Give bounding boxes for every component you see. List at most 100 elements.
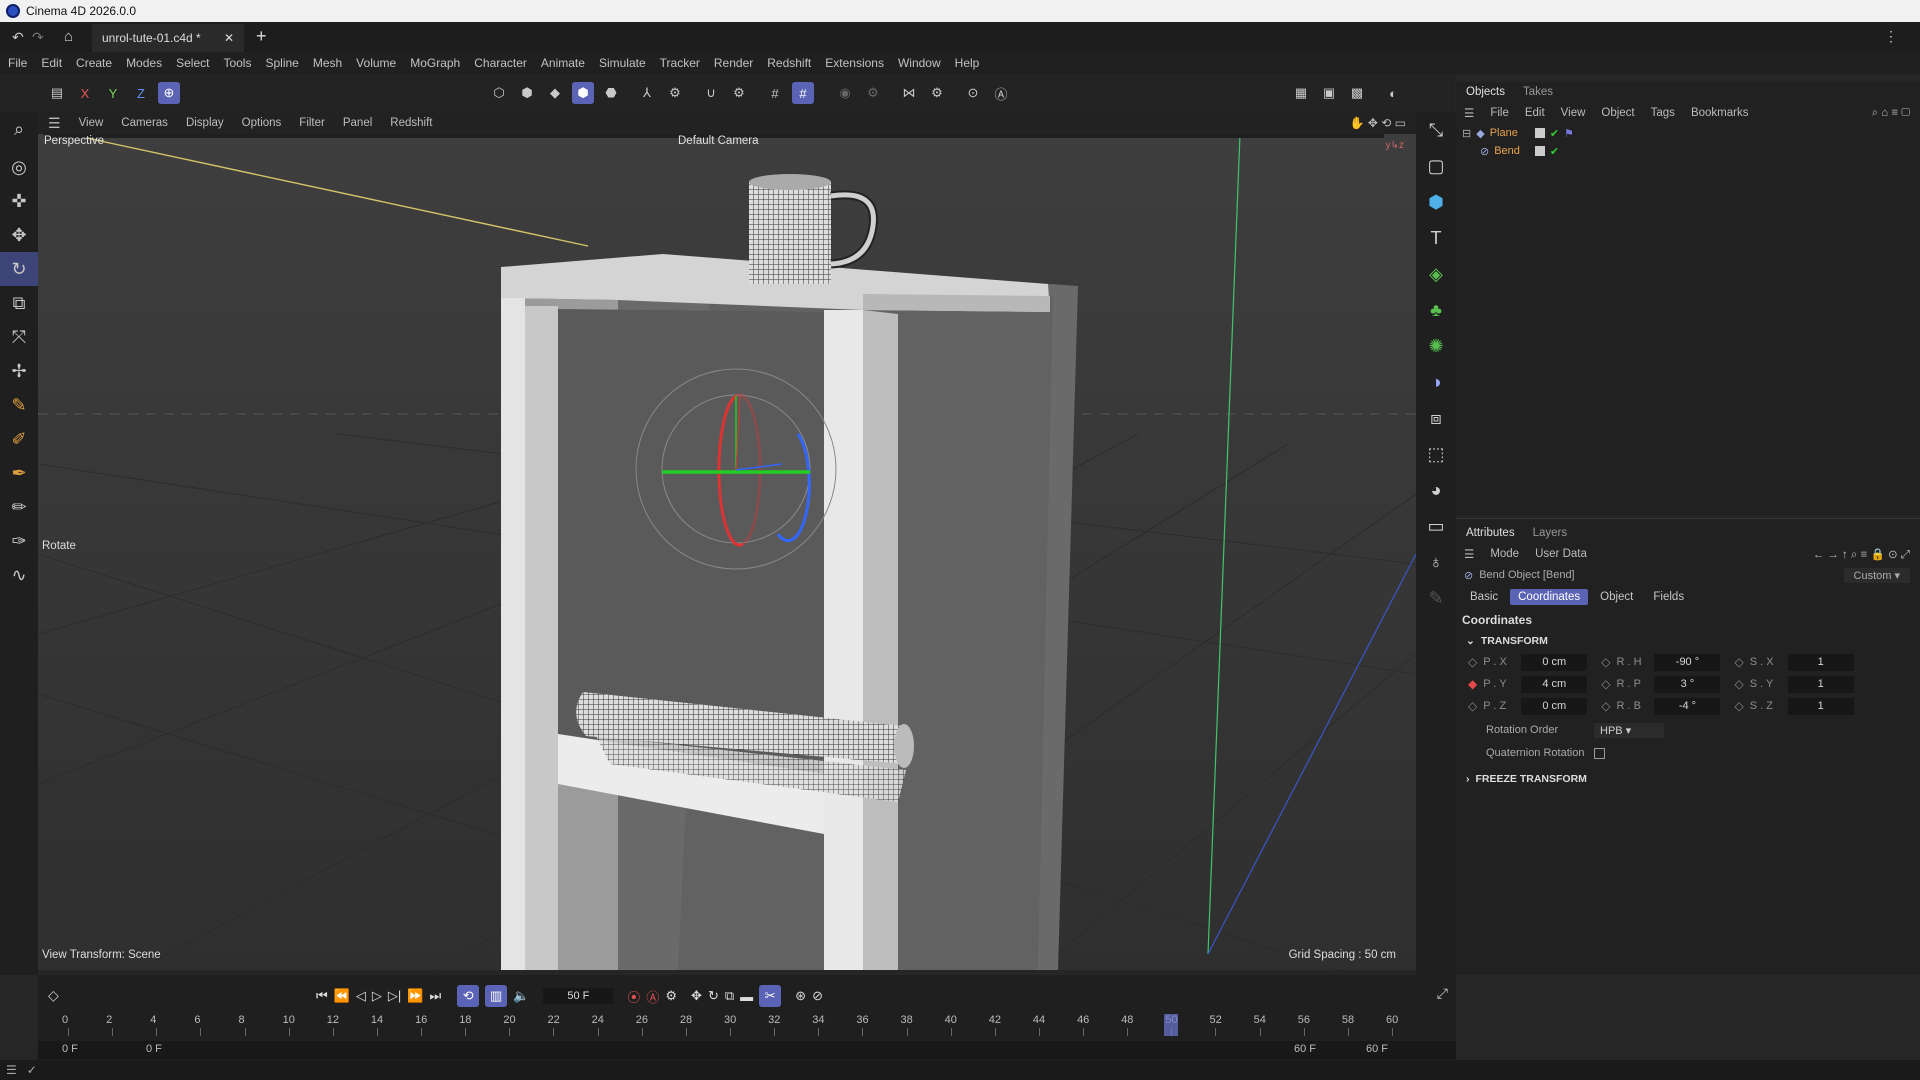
volume-icon[interactable]: ⬚ [1416,436,1456,472]
search-icon[interactable]: ⌕ [0,112,38,146]
multi-tool-icon[interactable]: ✢ [0,354,38,388]
key-param-icon[interactable]: ▬ [740,989,753,1004]
spline-sketch-icon[interactable]: ✐ [0,422,38,456]
scale-y-field[interactable]: 1 [1787,675,1854,693]
rot-p-field[interactable]: 3 ° [1654,675,1721,693]
spline-smooth-icon[interactable]: ✒ [0,456,38,490]
camera-move-icon[interactable]: ⤡ [1416,112,1456,148]
scale-tool-icon[interactable]: ⧉ [0,286,38,320]
keyframe-icon[interactable]: ◇ [1601,699,1610,713]
keyframe-icon[interactable]: ◇ [1734,677,1743,691]
paint-icon[interactable]: ✑ [0,524,38,558]
quaternion-checkbox[interactable] [1594,747,1605,759]
menu-animate[interactable]: Animate [541,56,585,70]
menu-file[interactable]: File [8,56,27,70]
obj-menu-tags[interactable]: Tags [1651,107,1675,119]
vp-menu-view[interactable]: View [79,117,104,129]
null-object-icon[interactable]: ▢ [1416,148,1456,184]
fcurve-icon[interactable]: ⤢ [1437,985,1448,1002]
play-icon[interactable]: ▷ [372,988,382,1004]
render-view-icon[interactable]: ▦ [1290,82,1312,104]
deformer-icon[interactable]: ◑ [1416,364,1456,400]
goto-end-icon[interactable]: ⏭ [429,988,441,1004]
points-mode-icon[interactable]: ⬡ [488,82,510,104]
more-options-icon[interactable]: ⋮ [1884,28,1898,45]
subtab-object[interactable]: Object [1592,589,1641,605]
key-pos-icon[interactable]: ✥ [691,988,702,1004]
next-frame-icon[interactable]: ▷| [388,988,401,1004]
selection-tools-icon[interactable]: ✜ [0,184,38,218]
auto-key-icon[interactable]: Ⓐ [990,82,1012,104]
menu-mograph[interactable]: MoGraph [410,56,460,70]
menu-create[interactable]: Create [76,56,112,70]
object-row-bend[interactable]: ⊘ Bend ✔ [1456,142,1920,160]
spline-pen-icon[interactable]: ✎ [0,388,38,422]
axis-z-button[interactable]: Z [130,82,152,104]
timeline-settings-icon[interactable]: ⊘ [812,988,823,1004]
render-picture-icon[interactable]: ▣ [1318,82,1340,104]
keyframe-active-icon[interactable]: ◆ [1468,677,1477,691]
key-settings-icon[interactable]: ⚙ [665,988,677,1004]
vp-menu-display[interactable]: Display [186,117,224,129]
rotation-order-dropdown[interactable]: HPB ▾ [1594,722,1664,738]
snap-settings-icon[interactable]: ⚙ [728,82,750,104]
live-select-icon[interactable]: ◎ [0,150,38,184]
uv-mode-icon[interactable]: ⬣ [600,82,622,104]
attribute-nav-icons[interactable]: ← → ↑ ⌕ ≡ 🔒 ⊙ ⤢ [1813,547,1910,562]
field-icon[interactable]: ⧈ [1416,400,1456,436]
object-row-plane[interactable]: ⊟ ◆ Plane ✔ ⚑ [1456,124,1920,142]
subtab-fields[interactable]: Fields [1645,589,1692,605]
range-bar[interactable]: 0 F 0 F 60 F 60 F [38,1041,1456,1059]
camera-icon[interactable]: ▭ [1416,508,1456,544]
grid-icon[interactable]: # [764,82,786,104]
vp-menu-cameras[interactable]: Cameras [121,117,168,129]
menu-tracker[interactable]: Tracker [660,56,700,70]
prev-frame-icon[interactable]: ◁ [356,988,366,1004]
menu-extensions[interactable]: Extensions [825,56,884,70]
menu-character[interactable]: Character [474,56,527,70]
cube-icon[interactable]: ⬢ [1416,184,1456,220]
keyframe-icon[interactable]: ◇ [1734,699,1743,713]
viewport-menu-icon[interactable]: ☰ [48,115,61,132]
visibility-toggle[interactable] [1534,128,1545,138]
edges-mode-icon[interactable]: ⬢ [516,82,538,104]
menu-mesh[interactable]: Mesh [313,56,342,70]
menu-tools[interactable]: Tools [223,56,251,70]
object-name[interactable]: Plane [1490,127,1518,139]
undo-icon[interactable]: ↶ [12,29,24,46]
environment-icon[interactable]: ◕ [1416,472,1456,508]
end-frame[interactable]: 60 F [1366,1043,1388,1055]
enabled-check-icon[interactable]: ✔ [1550,145,1559,158]
pos-y-field[interactable]: 4 cm [1521,675,1588,693]
start-frame[interactable]: 0 F [62,1043,78,1055]
key-pla-icon[interactable]: ✂ [759,985,782,1007]
snap-icon[interactable]: ∪ [700,82,722,104]
next-key-icon[interactable]: ⏩ [407,988,423,1004]
axis-y-button[interactable]: Y [102,82,124,104]
viewport-nav-icons[interactable]: ✋ ✥ ⟲ ▭ [1350,116,1406,130]
status-menu-icon[interactable]: ☰ [6,1063,17,1077]
model-mode-icon[interactable]: ⬢ [572,82,594,104]
3d-viewport[interactable]: Perspective Default Camera Rotate View T… [38,134,1416,970]
effector-icon[interactable]: ✺ [1416,328,1456,364]
keyframe-icon[interactable]: ◇ [1734,655,1743,669]
rot-b-field[interactable]: -4 ° [1654,697,1721,715]
cloner-icon[interactable]: ♣ [1416,292,1456,328]
keyframe-icon[interactable]: ◇ [1468,655,1477,669]
generator-icon[interactable]: ◈ [1416,256,1456,292]
enabled-check-icon[interactable]: ✔ [1550,127,1559,140]
hair-icon[interactable]: ∿ [0,558,38,592]
range-start-frame[interactable]: 0 F [146,1043,162,1055]
menu-help[interactable]: Help [955,56,980,70]
object-name[interactable]: Bend [1494,145,1520,157]
transform-tool-icon[interactable]: ⤧ [0,320,38,354]
scale-z-field[interactable]: 1 [1787,697,1854,715]
soft-settings-icon[interactable]: ⚙ [862,82,884,104]
vp-menu-options[interactable]: Options [242,117,282,129]
record-icon[interactable]: ⦿ [627,987,640,1006]
home-icon[interactable]: ⌂ [64,28,73,45]
axis-mode-icon[interactable]: ⅄ [636,82,658,104]
prev-key-icon[interactable]: ⏪ [334,988,350,1004]
soft-selection-icon[interactable]: ◉ [834,82,856,104]
menu-redshift[interactable]: Redshift [767,56,811,70]
